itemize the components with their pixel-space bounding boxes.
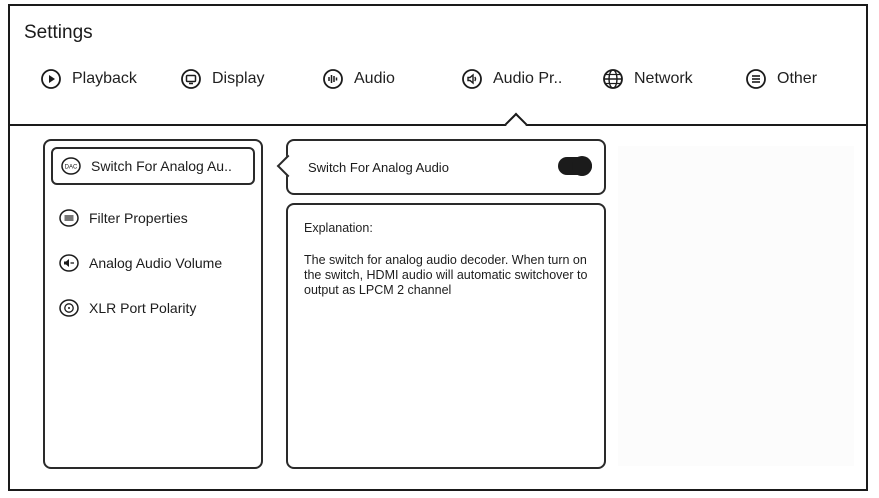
empty-panel	[618, 146, 854, 466]
tab-other[interactable]: Other	[745, 64, 817, 94]
tab-label: Audio	[354, 70, 395, 87]
menu-item-label: Filter Properties	[89, 210, 188, 226]
settings-menu: DAC Switch For Analog Au.. Filter Proper…	[43, 139, 263, 469]
tab-label: Audio Pr..	[493, 70, 563, 87]
menu-item-filter-properties[interactable]: Filter Properties	[51, 199, 255, 237]
tab-audio[interactable]: Audio	[322, 64, 395, 94]
menu-item-analog-audio-volume[interactable]: Analog Audio Volume	[51, 244, 255, 282]
card-notch	[276, 154, 300, 178]
tab-label: Display	[212, 70, 265, 87]
tab-bar: Playback Display Audio Audio Pr.. Networ…	[28, 64, 866, 94]
menu-item-label: Analog Audio Volume	[89, 255, 223, 271]
xlr-icon	[59, 298, 79, 318]
explanation-card: Explanation: The switch for analog audio…	[286, 203, 606, 469]
tab-network[interactable]: Network	[602, 64, 693, 94]
tab-label: Other	[777, 70, 818, 87]
tab-display[interactable]: Display	[180, 64, 264, 94]
play-circle-icon	[40, 68, 62, 90]
svg-text:DAC: DAC	[65, 165, 78, 171]
explanation-text: The switch for analog audio decoder. Whe…	[304, 253, 588, 297]
menu-item-switch-analog-audio[interactable]: DAC Switch For Analog Au..	[51, 147, 255, 185]
volume-icon	[59, 253, 79, 273]
menu-circle-icon	[745, 68, 767, 90]
settings-header: Settings Playback Display Audio Audio Pr…	[10, 6, 866, 126]
tab-playback[interactable]: Playback	[40, 64, 137, 94]
settings-window: Settings Playback Display Audio Audio Pr…	[8, 4, 868, 491]
analog-audio-toggle[interactable]	[558, 156, 592, 176]
analog-audio-switch-card: Switch For Analog Audio	[276, 139, 606, 195]
display-icon	[180, 68, 202, 90]
audio-icon	[322, 68, 344, 90]
menu-item-label: XLR Port Polarity	[89, 300, 197, 316]
menu-item-label: Switch For Analog Au..	[91, 158, 232, 174]
menu-item-xlr-port-polarity[interactable]: XLR Port Polarity	[51, 289, 255, 327]
toggle-knob	[572, 156, 592, 176]
speaker-icon	[461, 68, 483, 90]
tab-label: Playback	[72, 70, 137, 87]
globe-icon	[602, 68, 624, 90]
filter-icon	[59, 208, 79, 228]
explanation-title: Explanation:	[304, 221, 373, 235]
tab-audio-processing[interactable]: Audio Pr..	[461, 64, 562, 94]
tab-label: Network	[634, 70, 693, 87]
dac-icon: DAC	[61, 156, 81, 176]
switch-label: Switch For Analog Audio	[308, 160, 449, 175]
page-title: Settings	[24, 22, 93, 43]
